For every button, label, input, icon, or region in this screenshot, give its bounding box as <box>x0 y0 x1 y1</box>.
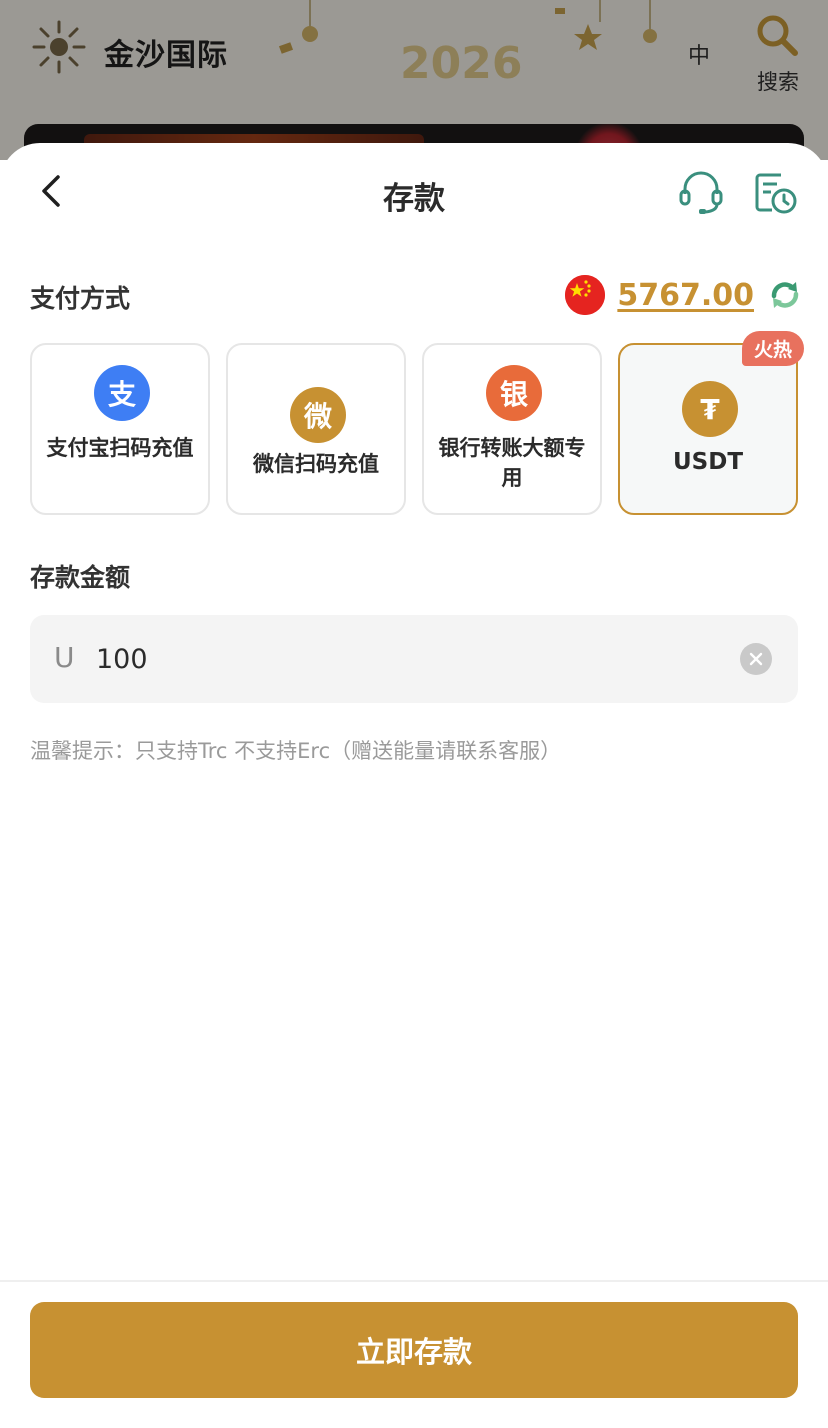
customer-service-button[interactable] <box>676 167 726 217</box>
amount-input[interactable] <box>96 635 696 683</box>
modal-overlay[interactable] <box>0 0 828 160</box>
clear-button[interactable] <box>740 643 772 675</box>
hot-badge: 火热 <box>741 331 804 366</box>
method-bank-transfer[interactable]: 银 银行转账大额专用 <box>422 343 602 515</box>
currency-prefix: U <box>54 641 75 674</box>
amount-field[interactable]: U <box>30 615 798 703</box>
method-label: 支付宝扫码充值 <box>46 436 194 460</box>
method-alipay[interactable]: 支 支付宝扫码充值 <box>30 343 210 515</box>
deposit-hint: 温馨提示：只支持Trc 不支持Erc（赠送能量请联系客服） <box>30 739 562 763</box>
history-icon <box>755 173 797 214</box>
deposit-submit-button[interactable]: 立即存款 <box>30 1302 798 1398</box>
balance-amount[interactable]: 5767.00 <box>617 278 754 313</box>
method-wechat[interactable]: 微 微信扫码充值 <box>226 343 406 515</box>
bank-icon: 银 <box>486 365 542 421</box>
method-label: 微信扫码充值 <box>253 452 379 476</box>
china-flag-icon <box>565 275 606 315</box>
tether-icon: ₮ <box>682 381 738 437</box>
customer-service-icon <box>679 171 723 214</box>
method-usdt[interactable]: ₮ USDT 火热 <box>618 331 804 515</box>
deposit-amount-label: 存款金额 <box>30 563 131 592</box>
deposit-sheet: 存款 支付方式 5767.00 支 支付宝扫码充值 微 微信扫码充值 银 银行转… <box>0 143 828 1428</box>
refresh-icon[interactable] <box>766 276 804 314</box>
background-header: 金沙国际 2026 中 搜索 <box>0 0 828 160</box>
footer-divider <box>0 1280 828 1282</box>
alipay-icon: 支 <box>94 365 150 421</box>
method-label: USDT <box>672 449 744 475</box>
balance-display: 5767.00 <box>565 273 804 317</box>
deposit-history-button[interactable] <box>750 167 800 217</box>
wechat-icon: 微 <box>290 387 346 443</box>
payment-method-label: 支付方式 <box>30 284 131 313</box>
method-label: 银行转账大额专用 <box>438 436 586 490</box>
clear-icon <box>749 652 763 666</box>
payment-methods: 支 支付宝扫码充值 微 微信扫码充值 银 银行转账大额专用 ₮ USDT 火热 <box>30 331 804 515</box>
